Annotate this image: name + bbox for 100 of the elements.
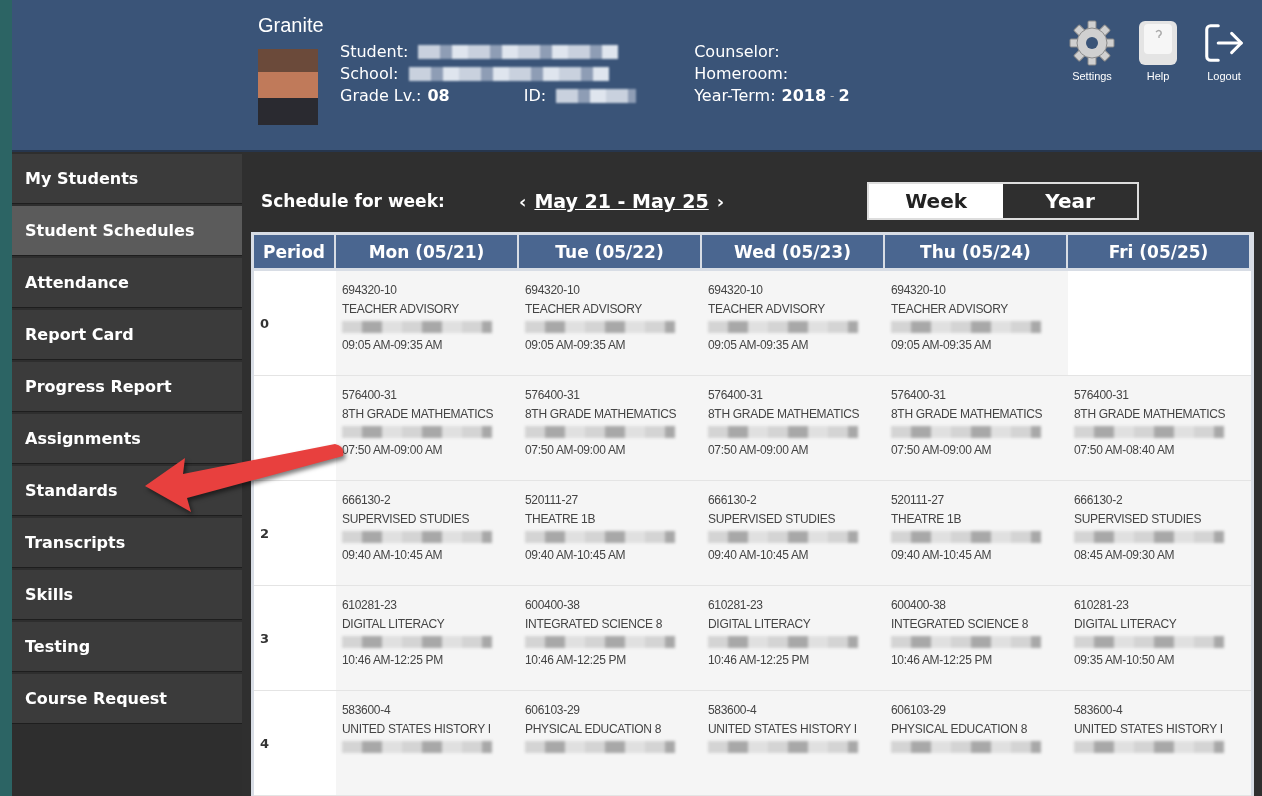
course-name: TEACHER ADVISORY [525, 302, 643, 316]
class-time: 09:05 AM-09:35 AM [342, 338, 444, 352]
class-time: 10:46 AM-12:25 PM [525, 653, 627, 667]
course-name: 8TH GRADE MATHEMATICS [1074, 407, 1227, 421]
course-name: UNITED STATES HISTORY I [342, 722, 492, 736]
class-time: 07:50 AM-08:40 AM [1074, 443, 1176, 457]
field-label: Grade Lv.: [340, 85, 422, 107]
class-time: 09:40 AM-10:45 AM [891, 548, 993, 562]
class-time: 07:50 AM-09:00 AM [525, 443, 627, 457]
course-name: SUPERVISED STUDIES [342, 512, 471, 526]
period-cell: 2 [254, 481, 336, 586]
column-header: Fri (05/25) [1068, 235, 1251, 271]
logout-button[interactable]: Logout [1198, 20, 1250, 82]
course-code: 694320-10 [708, 283, 764, 297]
course-code: 606103-29 [891, 703, 947, 717]
sidebar-item[interactable]: Student Schedules [12, 206, 242, 256]
course-name: 8TH GRADE MATHEMATICS [525, 407, 678, 421]
course-code: 576400-31 [891, 388, 947, 402]
field-label: Year-Term: [694, 85, 776, 107]
separator: - [830, 88, 835, 105]
course-code: 610281-23 [708, 598, 764, 612]
sidebar-item[interactable]: My Students [12, 154, 242, 204]
course-code: 520111-27 [891, 493, 945, 507]
course-name: 8TH GRADE MATHEMATICS [891, 407, 1044, 421]
column-header: Period [254, 235, 336, 271]
course-name: THEATRE 1B [525, 512, 597, 526]
course-name: INTEGRATED SCIENCE 8 [525, 617, 664, 631]
course-name: THEATRE 1B [891, 512, 963, 526]
course-name: PHYSICAL EDUCATION 8 [891, 722, 1029, 736]
field-value: 2018 [781, 85, 827, 107]
course-code: 666130-2 [1074, 493, 1124, 507]
class-time: 10:46 AM-12:25 PM [342, 653, 444, 667]
course-code: 694320-10 [891, 283, 947, 297]
course-name: PHYSICAL EDUCATION 8 [525, 722, 663, 736]
period-cell: 3 [254, 586, 336, 691]
course-code: 694320-10 [342, 283, 398, 297]
class-time: 07:50 AM-09:00 AM [708, 443, 810, 457]
course-code: 606103-29 [525, 703, 581, 717]
class-time: 09:40 AM-10:45 AM [342, 548, 444, 562]
settings-icon [1069, 20, 1115, 66]
sidebar-item[interactable]: Testing [12, 622, 242, 672]
course-name: SUPERVISED STUDIES [1074, 512, 1203, 526]
course-code: 583600-4 [1074, 703, 1124, 717]
class-time: 10:46 AM-12:25 PM [708, 653, 810, 667]
settings-button[interactable]: Settings [1066, 20, 1118, 82]
next-week-link[interactable]: › [708, 190, 733, 212]
course-name: UNITED STATES HISTORY I [708, 722, 858, 736]
course-name: TEACHER ADVISORY [891, 302, 1009, 316]
class-time: 08:45 AM-09:30 AM [1074, 548, 1176, 562]
course-name: DIGITAL LITERACY [342, 617, 446, 631]
sidebar-item[interactable]: Transcripts [12, 518, 242, 568]
sidebar-item[interactable]: Attendance [12, 258, 242, 308]
course-code: 666130-2 [708, 493, 758, 507]
class-time: 09:05 AM-09:35 AM [525, 338, 627, 352]
sidebar-item[interactable]: Progress Report [12, 362, 242, 412]
column-header: Wed (05/23) [702, 235, 885, 271]
schedule-title: Schedule for week: [261, 191, 446, 211]
view-tab[interactable]: Week [869, 184, 1004, 218]
course-code: 576400-31 [342, 388, 398, 402]
week-range-link[interactable]: May 21 - May 25 [534, 190, 709, 212]
course-code: 583600-4 [708, 703, 758, 717]
sidebar-item[interactable]: Course Request [12, 674, 242, 724]
course-name: 8TH GRADE MATHEMATICS [342, 407, 495, 421]
course-code: 610281-23 [1074, 598, 1130, 612]
course-name: DIGITAL LITERACY [708, 617, 812, 631]
field-label: Student: [340, 41, 409, 63]
course-name: UNITED STATES HISTORY I [1074, 722, 1224, 736]
sidebar-item[interactable]: Skills [12, 570, 242, 620]
course-name: INTEGRATED SCIENCE 8 [891, 617, 1030, 631]
column-header: Thu (05/24) [885, 235, 1068, 271]
course-name: TEACHER ADVISORY [708, 302, 826, 316]
class-time: 09:40 AM-10:45 AM [525, 548, 627, 562]
course-name: 8TH GRADE MATHEMATICS [708, 407, 861, 421]
course-code: 666130-2 [342, 493, 392, 507]
period-cell: 4 [254, 691, 336, 796]
column-header: Mon (05/21) [336, 235, 519, 271]
class-time: 09:40 AM-10:45 AM [708, 548, 810, 562]
class-time: 07:50 AM-09:00 AM [891, 443, 993, 457]
sidebar-item[interactable]: Assignments [12, 414, 242, 464]
course-code: 610281-23 [342, 598, 398, 612]
help-key-icon [1138, 20, 1178, 66]
previous-week-link[interactable]: ‹ [511, 190, 535, 212]
class-time: 09:05 AM-09:35 AM [891, 338, 993, 352]
field-label: Counselor: [694, 41, 780, 63]
course-code: 576400-31 [708, 388, 764, 402]
sidebar-item[interactable]: Report Card [12, 310, 242, 360]
field-label: School: [340, 63, 399, 85]
column-header: Tue (05/22) [519, 235, 702, 271]
period-cell: 0 [254, 271, 336, 376]
brand-name: Granite [258, 14, 325, 37]
field-value: 08 [427, 85, 450, 107]
course-code: 576400-31 [525, 388, 581, 402]
field-label: ID: [523, 85, 547, 107]
class-time: 09:05 AM-09:35 AM [708, 338, 810, 352]
course-code: 600400-38 [891, 598, 947, 612]
class-time: 10:46 AM-12:25 PM [891, 653, 993, 667]
course-code: 520111-27 [525, 493, 579, 507]
class-time: 07:50 AM-09:00 AM [342, 443, 444, 457]
help-button[interactable]: Help [1132, 20, 1184, 82]
course-name: TEACHER ADVISORY [342, 302, 460, 316]
